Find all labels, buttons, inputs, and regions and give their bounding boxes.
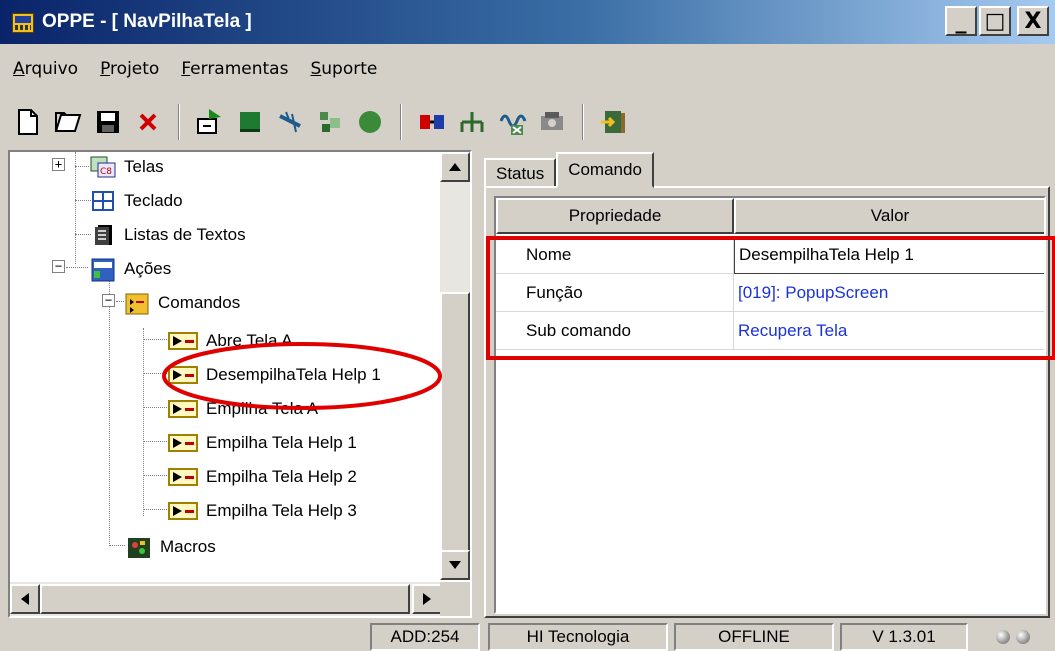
add-screen-icon[interactable] xyxy=(190,102,230,142)
tab-comando[interactable]: Comando xyxy=(556,152,654,188)
column-header-propriedade[interactable]: Propriedade xyxy=(496,198,734,234)
status-bar: ADD:254 HI Tecnologia OFFLINE V 1.3.01 xyxy=(0,620,1055,651)
maximize-button[interactable]: □ xyxy=(979,6,1011,36)
property-value-link[interactable]: [019]: PopupScreen xyxy=(734,274,1044,312)
command-icon xyxy=(168,400,198,418)
tree-node-empilha-tela-help-3[interactable]: Empilha Tela Help 3 xyxy=(168,496,359,526)
tree-node-comandos[interactable]: Comandos xyxy=(124,288,242,318)
scroll-right-button[interactable] xyxy=(412,584,442,614)
property-name: Nome xyxy=(496,236,734,274)
toolbar-separator xyxy=(400,104,402,140)
tree-expander[interactable]: + xyxy=(52,158,65,171)
menu-suporte[interactable]: Suporte xyxy=(301,59,386,79)
tree-vertical-scrollbar[interactable] xyxy=(440,152,470,580)
tree-node-macros[interactable]: Macros xyxy=(126,532,218,562)
tree-expander[interactable]: − xyxy=(52,260,65,273)
property-row[interactable]: Sub comando Recupera Tela xyxy=(496,312,1044,350)
signal-icon[interactable] xyxy=(492,102,532,142)
tab-content-panel: Propriedade Valor Nome DesempilhaTela He… xyxy=(484,186,1050,618)
column-header-valor[interactable]: Valor xyxy=(734,198,1044,234)
tree-node-telas[interactable]: C8 Telas xyxy=(90,152,166,182)
arrow-up-icon xyxy=(449,163,461,171)
project-tree-panel: + C8 Telas Teclado Listas de Textos − Aç… xyxy=(8,150,472,618)
minimize-button[interactable]: _ xyxy=(945,6,977,36)
keyboard-icon xyxy=(90,190,116,212)
command-icon xyxy=(168,434,198,452)
property-name: Função xyxy=(496,274,734,312)
command-icon xyxy=(168,502,198,520)
tree-node-acoes[interactable]: Ações xyxy=(90,254,173,284)
scroll-left-button[interactable] xyxy=(10,584,40,614)
scroll-down-button[interactable] xyxy=(440,550,470,580)
project-tree: + C8 Telas Teclado Listas de Textos − Aç… xyxy=(10,152,442,580)
arrow-down-icon xyxy=(449,561,461,569)
open-folder-icon[interactable] xyxy=(48,102,88,142)
app-icon xyxy=(10,9,36,35)
tree-horizontal-scrollbar[interactable] xyxy=(10,582,442,616)
title-bar[interactable]: OPPE - [ NavPilhaTela ] _ □ X xyxy=(0,0,1055,44)
command-icon xyxy=(168,332,198,350)
delete-icon[interactable] xyxy=(128,102,168,142)
component-icon[interactable] xyxy=(310,102,350,142)
menu-projeto[interactable]: Projeto xyxy=(91,59,168,79)
property-value-link[interactable]: Recupera Tela xyxy=(734,312,1044,350)
tree-node-listas-de-textos[interactable]: Listas de Textos xyxy=(90,220,248,250)
svg-text:C8: C8 xyxy=(100,167,112,177)
tab-status[interactable]: Status xyxy=(484,158,557,188)
actions-icon xyxy=(90,258,116,282)
arrow-left-icon xyxy=(21,593,29,605)
save-icon[interactable] xyxy=(88,102,128,142)
property-value-input[interactable]: DesempilhaTela Help 1 xyxy=(734,236,1044,274)
tree-node-empilha-tela-help-1[interactable]: Empilha Tela Help 1 xyxy=(168,428,359,458)
close-button[interactable]: X xyxy=(1017,6,1049,36)
status-leds xyxy=(978,623,1048,651)
exit-icon[interactable] xyxy=(594,102,634,142)
scroll-up-button[interactable] xyxy=(440,152,470,182)
command-icon xyxy=(168,468,198,486)
network-icon[interactable] xyxy=(452,102,492,142)
tab-strip: Status Comando xyxy=(484,152,654,188)
new-file-icon[interactable] xyxy=(8,102,48,142)
connect-icon[interactable] xyxy=(412,102,452,142)
tree-node-abre-tela-a[interactable]: Abre Tela A xyxy=(168,326,295,356)
device-icon[interactable] xyxy=(532,102,572,142)
status-version: V 1.3.01 xyxy=(840,623,968,651)
property-row[interactable]: Função [019]: PopupScreen xyxy=(496,274,1044,312)
horizontal-scroll-thumb[interactable] xyxy=(40,584,410,614)
screens-icon: C8 xyxy=(90,156,116,178)
tree-node-empilha-tela-help-2[interactable]: Empilha Tela Help 2 xyxy=(168,462,359,492)
menu-bar: Arquivo Projeto Ferramentas Suporte xyxy=(0,52,386,86)
command-icon xyxy=(168,366,198,384)
toolbar xyxy=(8,98,634,146)
toolbar-separator xyxy=(178,104,180,140)
tree-node-teclado[interactable]: Teclado xyxy=(90,186,185,216)
tree-node-empilha-tela-a[interactable]: Empilha Tela A xyxy=(168,394,320,424)
status-connection: OFFLINE xyxy=(674,623,834,651)
text-list-icon xyxy=(90,224,116,246)
vertical-scroll-thumb[interactable] xyxy=(440,292,470,552)
property-name: Sub comando xyxy=(496,312,734,350)
arrow-right-icon xyxy=(423,593,431,605)
property-row[interactable]: Nome DesempilhaTela Help 1 xyxy=(496,236,1044,274)
tree-expander[interactable]: − xyxy=(102,294,115,307)
menu-ferramentas[interactable]: Ferramentas xyxy=(172,59,297,79)
property-grid: Propriedade Valor Nome DesempilhaTela He… xyxy=(494,196,1046,614)
block-icon[interactable] xyxy=(230,102,270,142)
tree-node-desempilhatela-help-1[interactable]: DesempilhaTela Help 1 xyxy=(168,360,383,390)
toolbar-separator xyxy=(582,104,584,140)
menu-arquivo[interactable]: Arquivo xyxy=(4,59,87,79)
window-title: OPPE - [ NavPilhaTela ] xyxy=(42,11,252,32)
status-company: HI Tecnologia xyxy=(488,623,668,651)
status-led-icon xyxy=(996,630,1010,644)
status-led-icon xyxy=(1016,630,1030,644)
commands-folder-icon xyxy=(124,292,150,315)
status-address: ADD:254 xyxy=(370,623,480,651)
wand-icon[interactable] xyxy=(270,102,310,142)
macros-icon xyxy=(126,536,152,558)
scrollbar-corner xyxy=(440,582,470,616)
circle-icon[interactable] xyxy=(350,102,390,142)
